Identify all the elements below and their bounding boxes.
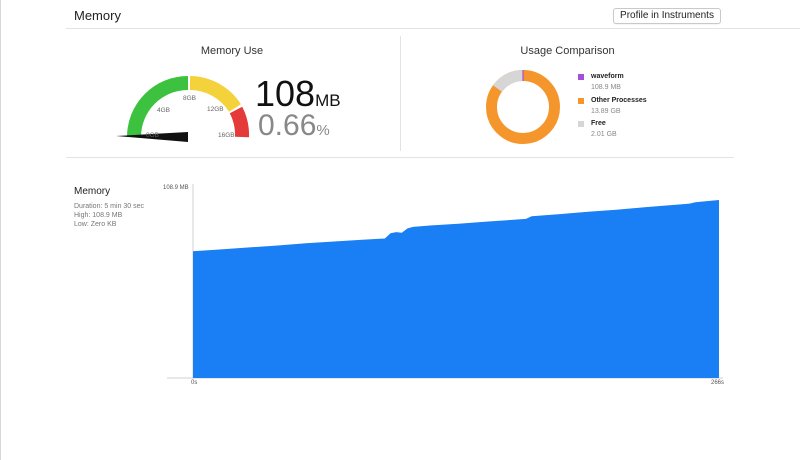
usage-comparison-title: Usage Comparison [520, 45, 615, 57]
gauge-yellow-arc [189, 76, 241, 113]
usage-donut-chart [486, 70, 560, 144]
legend-value-other-processes: 13.89 GB [591, 108, 621, 115]
gauge-label-0gb: 0GB [146, 132, 160, 139]
duration-stat: Duration: 5 min 30 sec [74, 203, 145, 210]
legend-name-waveform: waveform [591, 73, 624, 80]
memory-percent-number: 0.66 [258, 109, 317, 142]
panel-divider [400, 36, 401, 151]
legend-value-free: 2.01 GB [591, 131, 617, 138]
memory-graph-title: Memory [74, 186, 111, 197]
memory-percent: 0.66% [258, 111, 330, 146]
memory-area-chart: 108.9 MB 0s 266s [163, 184, 724, 386]
memory-percent-symbol: % [316, 122, 330, 139]
gauge-red-arc [229, 106, 250, 138]
legend-swatch-free [578, 121, 584, 127]
high-stat: High: 108.9 MB [74, 212, 123, 219]
section-divider [66, 157, 734, 158]
page-title: Memory [74, 8, 121, 23]
gauge-label-16gb: 16GB [218, 132, 235, 139]
window-left-edge [0, 0, 1, 460]
memory-value-unit: MB [315, 91, 341, 110]
donut-free-slice [493, 70, 524, 93]
header-bar: Memory Profile in Instruments [0, 0, 800, 30]
legend-value-waveform: 108.9 MB [591, 84, 621, 91]
memory-value-number: 108 [255, 73, 316, 114]
gauge-label-12gb: 12GB [207, 106, 224, 113]
memory-use-title: Memory Use [200, 45, 264, 57]
header-divider [66, 28, 800, 29]
legend-name-other-processes: Other Processes [591, 97, 647, 104]
x-start-label: 0s [191, 380, 197, 386]
legend-name-free: Free [591, 120, 606, 127]
legend-swatch-waveform [578, 74, 584, 80]
gauge-label-4gb: 4GB [157, 107, 171, 114]
y-max-label: 108.9 MB [163, 185, 189, 191]
x-end-label: 266s [711, 380, 724, 386]
memory-area-series [193, 200, 719, 378]
profile-in-instruments-button[interactable]: Profile in Instruments [613, 8, 721, 24]
gauge-label-8gb: 8GB [183, 95, 197, 102]
low-stat: Low: Zero KB [74, 221, 117, 228]
legend-swatch-other-processes [578, 98, 584, 104]
